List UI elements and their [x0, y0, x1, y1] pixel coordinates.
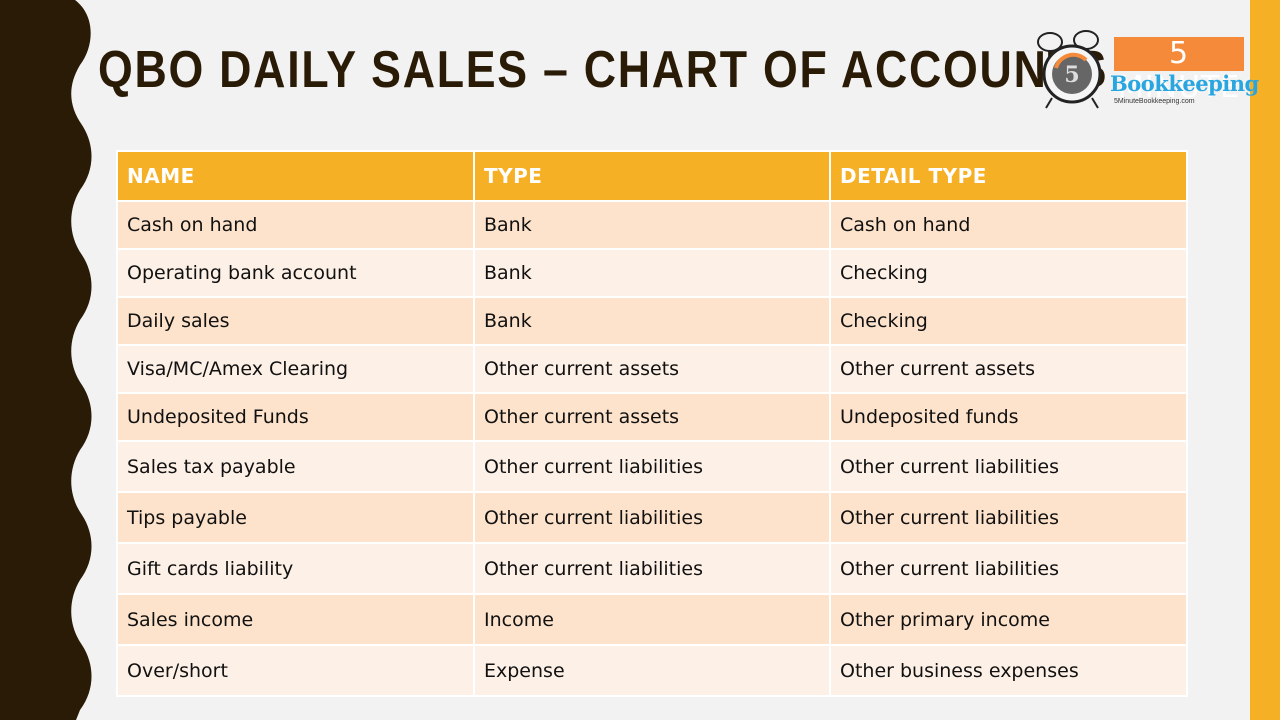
company-logo: 5 5 MINUTE Bookkeeping 5MinuteBookkeepin…	[1034, 24, 1259, 110]
cell-detail-type: Undeposited funds	[829, 392, 1188, 442]
cell-type: Bank	[473, 248, 831, 298]
wavy-left-band	[0, 0, 92, 720]
header-name: NAME	[116, 150, 475, 202]
table-row: Operating bank account Bank Checking	[116, 248, 1188, 298]
cell-detail-type: Other current liabilities	[829, 491, 1188, 544]
cell-name: Tips payable	[116, 491, 475, 544]
cell-name: Sales tax payable	[116, 440, 475, 493]
cell-name: Over/short	[116, 644, 475, 697]
table-row: Gift cards liability Other current liabi…	[116, 542, 1188, 595]
table-header-row: NAME TYPE DETAIL TYPE	[116, 150, 1188, 202]
cell-type: Bank	[473, 200, 831, 250]
table-row: Over/short Expense Other business expens…	[116, 644, 1188, 697]
cell-name: Daily sales	[116, 296, 475, 346]
cell-type: Income	[473, 593, 831, 646]
logo-text-5-minute: 5 MINUTE	[1114, 37, 1244, 105]
cell-name: Cash on hand	[116, 200, 475, 250]
logo-text-bookkeeping: Bookkeeping	[1110, 71, 1259, 96]
table-row: Cash on hand Bank Cash on hand	[116, 200, 1188, 250]
cell-detail-type: Other current liabilities	[829, 440, 1188, 493]
cell-name: Undeposited Funds	[116, 392, 475, 442]
cell-detail-type: Other current liabilities	[829, 542, 1188, 595]
cell-type: Other current assets	[473, 344, 831, 394]
header-type: TYPE	[473, 150, 831, 202]
cell-type: Other current liabilities	[473, 542, 831, 595]
table-row: Undeposited Funds Other current assets U…	[116, 392, 1188, 442]
table-row: Visa/MC/Amex Clearing Other current asse…	[116, 344, 1188, 394]
cell-type: Other current liabilities	[473, 440, 831, 493]
cell-type: Bank	[473, 296, 831, 346]
header-detail-type: DETAIL TYPE	[829, 150, 1188, 202]
cell-detail-type: Checking	[829, 296, 1188, 346]
cell-type: Expense	[473, 644, 831, 697]
cell-type: Other current assets	[473, 392, 831, 442]
table-row: Tips payable Other current liabilities O…	[116, 491, 1188, 544]
chart-of-accounts-table: NAME TYPE DETAIL TYPE Cash on hand Bank …	[116, 150, 1188, 697]
cell-detail-type: Checking	[829, 248, 1188, 298]
cell-detail-type: Cash on hand	[829, 200, 1188, 250]
cell-name: Gift cards liability	[116, 542, 475, 595]
cell-name: Sales income	[116, 593, 475, 646]
cell-name: Operating bank account	[116, 248, 475, 298]
logo-url: 5MinuteBookkeeping.com	[1114, 98, 1195, 105]
accent-bar	[1250, 0, 1280, 720]
cell-detail-type: Other primary income	[829, 593, 1188, 646]
table-row: Sales income Income Other primary income	[116, 593, 1188, 646]
alarm-clock-icon: 5	[1037, 30, 1102, 109]
table-row: Daily sales Bank Checking	[116, 296, 1188, 346]
cell-detail-type: Other business expenses	[829, 644, 1188, 697]
cell-detail-type: Other current assets	[829, 344, 1188, 394]
cell-type: Other current liabilities	[473, 491, 831, 544]
svg-text:5: 5	[1064, 62, 1079, 88]
table-row: Sales tax payable Other current liabilit…	[116, 440, 1188, 493]
slide-title: QBO DAILY SALES – CHART OF ACCOUNTS	[98, 41, 1109, 99]
cell-name: Visa/MC/Amex Clearing	[116, 344, 475, 394]
